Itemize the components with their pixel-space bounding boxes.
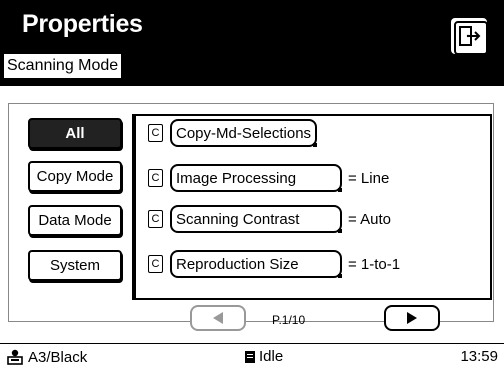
- paper-status-text: A3/Black: [28, 348, 88, 366]
- copy-md-selections-button[interactable]: Copy-Md-Selections: [170, 119, 318, 147]
- copy-setting-icon: C: [148, 210, 163, 228]
- page-indicator: P.1/10: [272, 313, 306, 327]
- category-data-mode-button[interactable]: Data Mode: [28, 205, 122, 236]
- triangle-right-icon: [407, 312, 417, 324]
- status-bar: A3/Black Idle 13:59: [0, 343, 504, 374]
- category-all-button[interactable]: All: [28, 118, 122, 149]
- setting-row: C Image Processing = Line: [148, 163, 389, 193]
- page-subtitle: Scanning Mode: [4, 54, 122, 78]
- reproduction-size-button[interactable]: Reproduction Size: [170, 250, 342, 278]
- copy-setting-icon: C: [148, 124, 163, 142]
- setting-row: C Scanning Contrast = Auto: [148, 204, 391, 234]
- copy-setting-icon: C: [148, 255, 163, 273]
- header-bar: Properties Scanning Mode: [0, 0, 504, 86]
- document-icon: [245, 350, 255, 363]
- clock: 13:59: [460, 348, 498, 365]
- prev-page-button[interactable]: [190, 305, 246, 331]
- paper-status: A3/Black: [6, 348, 87, 366]
- category-system-button[interactable]: System: [28, 250, 122, 281]
- setting-row: C Copy-Md-Selections: [148, 118, 323, 148]
- setting-value: = Line: [348, 169, 390, 187]
- page-title: Properties: [22, 10, 143, 38]
- setting-row: C Reproduction Size = 1-to-1: [148, 249, 400, 279]
- printer-person-icon: [7, 349, 23, 365]
- setting-value: = 1-to-1: [348, 255, 401, 273]
- machine-state: Idle: [244, 348, 283, 365]
- setting-value: = Auto: [348, 210, 391, 228]
- triangle-left-icon: [213, 312, 223, 324]
- machine-state-text: Idle: [259, 348, 284, 365]
- copy-setting-icon: C: [148, 169, 163, 187]
- image-processing-button[interactable]: Image Processing: [170, 164, 342, 192]
- category-copy-mode-button[interactable]: Copy Mode: [28, 161, 122, 192]
- scanning-contrast-button[interactable]: Scanning Contrast: [170, 205, 342, 233]
- next-page-button[interactable]: [384, 305, 440, 331]
- exit-door-icon: [454, 21, 488, 55]
- exit-button[interactable]: [449, 16, 489, 56]
